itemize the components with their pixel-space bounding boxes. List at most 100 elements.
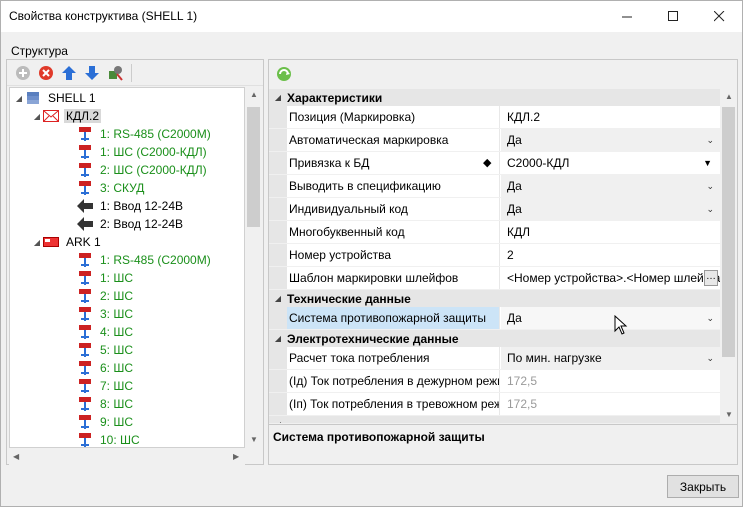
tree-node-kdl[interactable]: ◢ КДЛ.2 [32,107,101,125]
scroll-left-icon[interactable]: ◀ [13,452,19,461]
tree-node-loop[interactable]: 2: ШС [76,287,135,305]
tree-node-loop[interactable]: 9: ШС [76,413,135,431]
property-row[interactable]: Индивидуальный код Да ⌄ [269,198,720,221]
column-splitter [499,347,500,369]
loop-icon [76,144,94,160]
red-device-icon [42,234,60,250]
maximize-button[interactable] [650,1,696,31]
category-technical[interactable]: ◢ Технические данные [269,290,720,307]
tree-node-input[interactable]: 2: Ввод 12-24В [76,215,185,233]
tree-node-loop[interactable]: 6: ШС [76,359,135,377]
property-value[interactable]: <Номер устройства>.<Номер шлейфа>… [501,267,720,289]
property-value-combo[interactable]: По мин. нагрузке ⌄ [501,347,720,369]
property-row[interactable]: (Iд) Ток потребления в дежурном режи 172… [269,370,720,393]
scroll-right-icon[interactable]: ▶ [233,452,239,461]
property-value[interactable]: 2 [501,244,720,266]
property-value-combo[interactable]: Да ⌄ [501,198,720,220]
property-row-selected[interactable]: Система противопожарной защиты Да ⌄ [269,307,720,330]
combo-value: Да [507,311,522,325]
property-value[interactable]: КДЛ.2 [501,106,720,128]
property-row[interactable]: Многобуквенный код КДЛ [269,221,720,244]
tree-node-loop[interactable]: 7: ШС [76,377,135,395]
collapse-icon[interactable]: ◢ [269,93,287,102]
tree-horizontal-scrollbar[interactable]: ◀ ▶ [9,448,245,465]
scroll-up-icon[interactable]: ▲ [250,90,258,99]
property-row[interactable]: Расчет тока потребления По мин. нагрузке… [269,347,720,370]
property-name: (Iд) Ток потребления в дежурном режи [289,374,499,388]
mouse-cursor-icon [614,314,628,338]
property-value-combo[interactable]: Да ⌄ [501,307,720,329]
collapse-icon[interactable]: ◢ [269,334,287,343]
dropdown-arrow-icon[interactable]: ▼ [703,152,712,174]
property-row[interactable]: Позиция (Маркировка) КДЛ.2 [269,106,720,129]
tree-vertical-scrollbar[interactable]: ▲ ▼ [245,87,262,448]
scroll-down-icon[interactable]: ▼ [725,410,733,419]
minimize-button[interactable] [604,1,650,31]
column-splitter [499,244,500,266]
property-row[interactable]: Шаблон маркировки шлейфов <Номер устройс… [269,267,720,290]
tree-node-loop[interactable]: 1: ШС (С2000-КДЛ) [76,143,209,161]
property-name: Индивидуальный код [289,202,408,216]
collapse-icon[interactable]: ◢ [32,112,42,121]
property-grid: ◢ Характеристики Позиция (Маркировка) КД… [269,89,720,423]
add-icon[interactable] [13,63,32,82]
tree-node-loop[interactable]: 3: ШС [76,305,135,323]
property-value-combo[interactable]: Да ⌄ [501,129,720,151]
close-button[interactable]: Закрыть [667,475,739,498]
tree-node-label: 1: Ввод 12-24В [100,199,184,213]
property-row[interactable]: (Iп) Ток потребления в тревожном реж 172… [269,393,720,416]
tree-node-loop[interactable]: 10: ШС [76,431,142,447]
move-up-icon[interactable] [59,63,78,82]
chevron-down-icon[interactable]: ⌄ [706,307,714,329]
loop-icon [76,324,94,340]
property-value-combo[interactable]: Да ⌄ [501,175,720,197]
loop-icon [76,180,94,196]
tree-node-loop[interactable]: 1: RS-485 (C2000M) [76,251,213,269]
settings-tool-icon[interactable] [105,63,124,82]
property-value[interactable]: КДЛ [501,221,720,243]
tree-node-loop[interactable]: 4: ШС [76,323,135,341]
delete-icon[interactable] [36,63,55,82]
category-electrical[interactable]: ◢ Электротехнические данные [269,330,720,347]
tree-node-loop[interactable]: 8: ШС [76,395,135,413]
property-value-combo[interactable]: С2000-КДЛ ▼ [501,152,720,174]
move-down-icon[interactable] [82,63,101,82]
tree-node-input[interactable]: 1: Ввод 12-24В [76,197,185,215]
ellipsis-button[interactable]: … [704,270,718,286]
scrollbar-thumb[interactable] [247,107,260,227]
refresh-icon[interactable] [275,65,295,85]
collapse-icon[interactable]: ◢ [269,420,287,423]
property-name: Автоматическая маркировка [289,133,449,147]
scroll-up-icon[interactable]: ▲ [725,92,733,101]
property-row[interactable]: Номер устройства 2 [269,244,720,267]
tree-node-loop[interactable]: 5: ШС [76,341,135,359]
row-gutter [269,267,287,289]
scroll-down-icon[interactable]: ▼ [250,435,258,444]
category-characteristics[interactable]: ◢ Характеристики [269,89,720,106]
tree-node-loop[interactable]: 3: СКУД [76,179,146,197]
collapse-icon[interactable]: ◢ [32,238,42,247]
collapse-icon[interactable]: ◢ [14,94,24,103]
property-row[interactable]: Привязка к БД ◆ С2000-КДЛ ▼ [269,152,720,175]
property-row[interactable]: Автоматическая маркировка Да ⌄ [269,129,720,152]
scrollbar-thumb[interactable] [722,107,735,357]
tree-node-ark[interactable]: ◢ ARK 1 [32,233,103,251]
tree-node-loop[interactable]: 1: RS-485 (C2000M) [76,125,213,143]
tree-node-label: 2: ШС (С2000-КДЛ) [100,163,207,177]
property-row[interactable]: Выводить в спецификацию Да ⌄ [269,175,720,198]
chevron-down-icon[interactable]: ⌄ [706,347,714,369]
row-gutter [269,152,287,174]
tree-node-loop[interactable]: 1: ШС [76,269,135,287]
grid-vertical-scrollbar[interactable]: ▲ ▼ [720,89,737,423]
chevron-down-icon[interactable]: ⌄ [706,198,714,220]
tree-node-shell[interactable]: ◢ SHELL 1 [14,89,98,107]
close-window-button[interactable] [696,1,742,31]
envelope-device-icon [42,108,60,124]
category-label: Характеристики [287,90,383,105]
chevron-down-icon[interactable]: ⌄ [706,175,714,197]
category-partial[interactable]: ◢ [269,416,720,423]
collapse-icon[interactable]: ◢ [269,294,287,303]
tree-node-loop[interactable]: 2: ШС (С2000-КДЛ) [76,161,209,179]
chevron-down-icon[interactable]: ⌄ [706,129,714,151]
structure-label: Структура [11,44,68,58]
